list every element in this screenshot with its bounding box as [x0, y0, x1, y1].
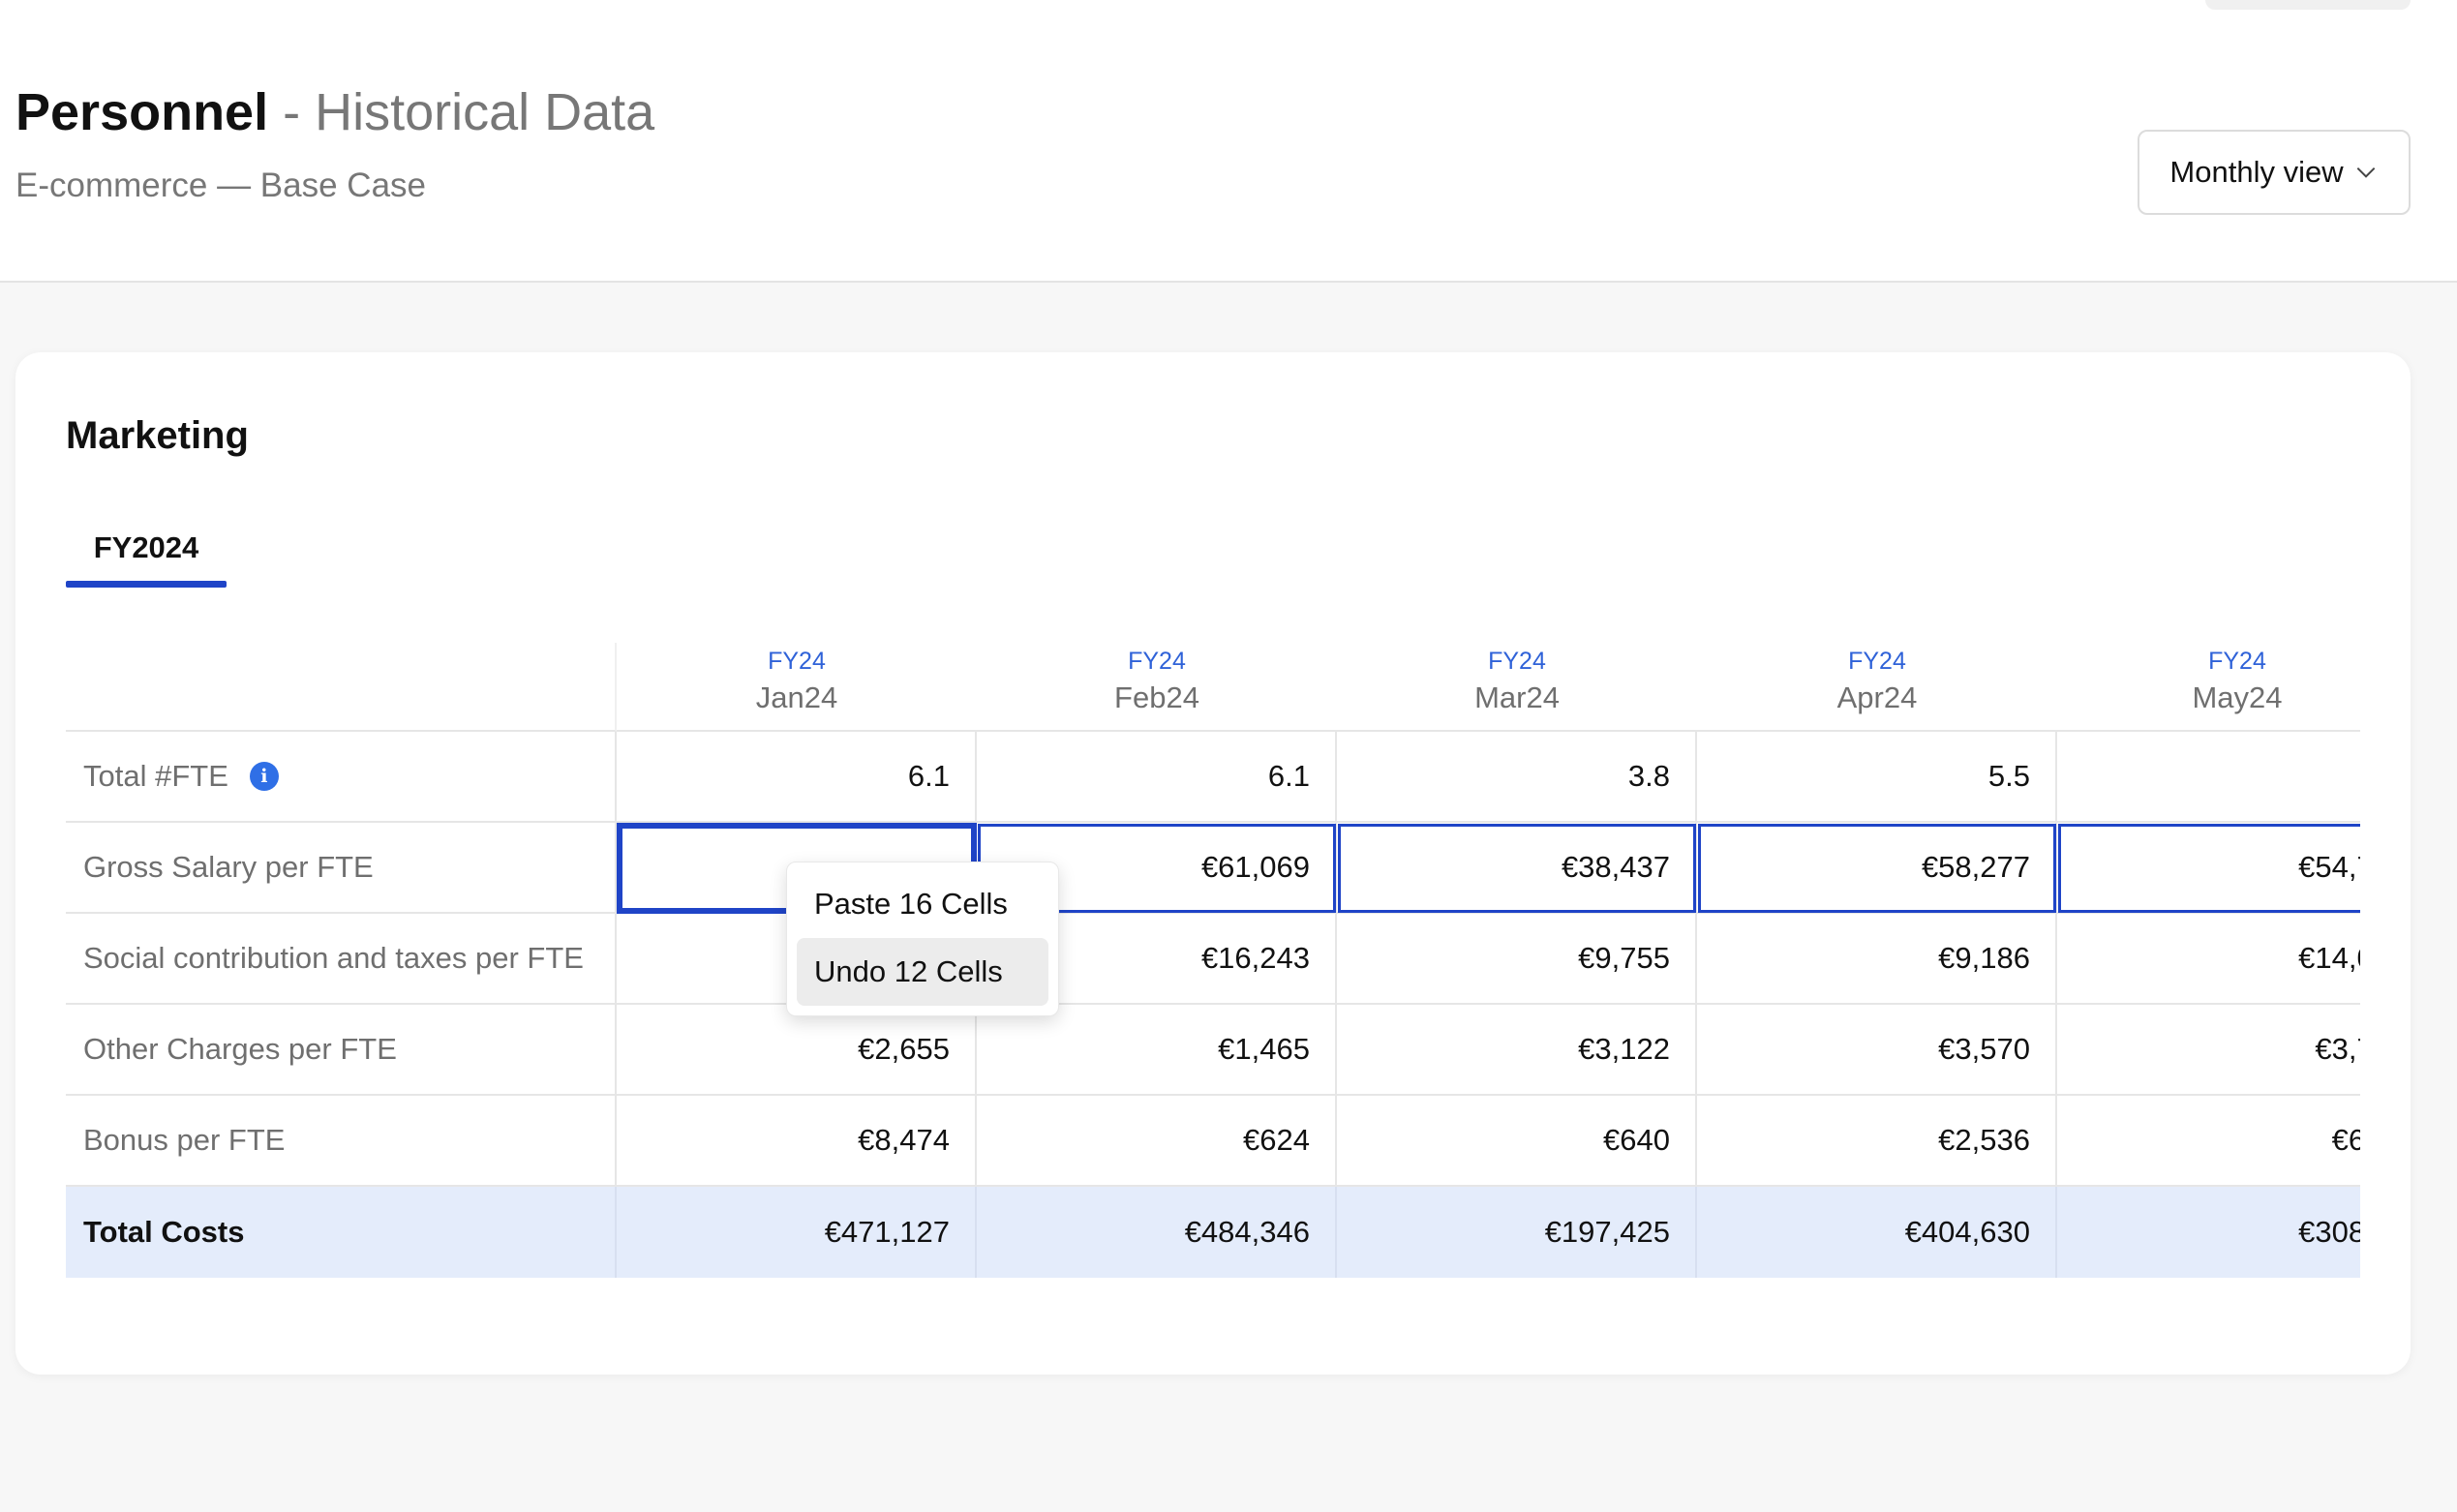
column-fy: FY24: [1848, 648, 1906, 675]
table-cell[interactable]: 6.1: [977, 732, 1337, 823]
table-corner: [66, 643, 617, 732]
tab-fy2024[interactable]: FY2024: [66, 530, 227, 577]
section-title: Marketing: [66, 414, 249, 457]
page-title: Personnel - Historical Data: [15, 83, 654, 141]
chevron-down-icon: [2356, 166, 2375, 178]
row-label-total-fte: Total #FTE i: [66, 732, 617, 823]
page-title-secondary: Historical Data: [315, 83, 655, 141]
tab-active-indicator: [66, 581, 227, 588]
table-cell[interactable]: €8,474: [617, 1096, 977, 1187]
column-header: FY24 Apr24: [1697, 643, 2057, 732]
row-label-other-charges: Other Charges per FTE: [66, 1005, 617, 1096]
view-select-dropdown[interactable]: Monthly view: [2138, 130, 2411, 215]
context-menu-undo[interactable]: Undo 12 Cells: [797, 938, 1048, 1006]
column-header: FY24 Mar24: [1337, 643, 1697, 732]
row-label-social-contribution: Social contribution and taxes per FTE: [66, 914, 617, 1005]
top-toolbar-pill[interactable]: [2205, 0, 2411, 10]
data-table: FY24 Jan24 FY24 Feb24 FY24 Mar24 FY24 Apr24 …: [66, 643, 2360, 1282]
table-cell[interactable]: €6,6: [2057, 1096, 2360, 1187]
table-cell[interactable]: 3: [2057, 732, 2360, 823]
table-cell[interactable]: €9,186: [1697, 914, 2057, 1005]
table-cell[interactable]: €3,78: [2057, 1005, 2360, 1096]
column-month: Feb24: [1114, 680, 1199, 714]
column-header: FY24 May24: [2057, 643, 2360, 732]
table-cell[interactable]: €640: [1337, 1096, 1697, 1187]
marketing-card: Marketing FY2024 FY24 Jan24 FY24 Feb24 FY2…: [15, 352, 2411, 1375]
row-label-text: Total #FTE: [83, 759, 228, 793]
table-cell[interactable]: 5.5: [1697, 732, 2057, 823]
column-fy: FY24: [1128, 648, 1186, 675]
column-fy: FY24: [768, 648, 826, 675]
info-icon[interactable]: i: [249, 762, 279, 791]
table-cell[interactable]: €2,536: [1697, 1096, 2057, 1187]
column-month: Apr24: [1836, 680, 1918, 714]
column-fy: FY24: [2208, 648, 2266, 675]
table-cell[interactable]: €3,122: [1337, 1005, 1697, 1096]
column-month: Mar24: [1474, 680, 1560, 714]
row-label-gross-salary: Gross Salary per FTE: [66, 823, 617, 914]
table-cell-selected[interactable]: €38,437: [1337, 823, 1697, 914]
page-title-separator: -: [268, 83, 316, 141]
context-menu: Paste 16 Cells Undo 12 Cells: [786, 862, 1059, 1016]
table-cell[interactable]: 3.8: [1337, 732, 1697, 823]
row-label-bonus: Bonus per FTE: [66, 1096, 617, 1187]
total-cell: €484,346: [977, 1187, 1337, 1278]
table-cell[interactable]: €624: [977, 1096, 1337, 1187]
page-subtitle: E-commerce — Base Case: [15, 166, 427, 204]
view-select-label: Monthly view: [2169, 155, 2344, 189]
table-cell[interactable]: €14,03: [2057, 914, 2360, 1005]
total-cell: €471,127: [617, 1187, 977, 1278]
table-cell[interactable]: €3,570: [1697, 1005, 2057, 1096]
column-header: FY24 Feb24: [977, 643, 1337, 732]
column-month: May24: [2192, 680, 2283, 714]
context-menu-paste[interactable]: Paste 16 Cells: [797, 870, 1048, 938]
column-month: Jan24: [755, 680, 838, 714]
column-header: FY24 Jan24: [617, 643, 977, 732]
column-fy: FY24: [1488, 648, 1546, 675]
data-grid: FY24 Jan24 FY24 Feb24 FY24 Mar24 FY24 Apr24 …: [66, 643, 2360, 1278]
page-header: Personnel - Historical Data E-commerce —…: [0, 0, 2457, 283]
table-cell[interactable]: 6.1: [617, 732, 977, 823]
page-title-main: Personnel: [15, 83, 269, 141]
total-cell: €197,425: [1337, 1187, 1697, 1278]
table-cell[interactable]: €9,755: [1337, 914, 1697, 1005]
table-cell-selected[interactable]: €54,72: [2057, 823, 2360, 914]
row-label-total-costs: Total Costs: [66, 1187, 617, 1278]
table-cell-selected[interactable]: €58,277: [1697, 823, 2057, 914]
table-cell[interactable]: €2,655: [617, 1005, 977, 1096]
total-cell: €404,630: [1697, 1187, 2057, 1278]
total-cell: €308,7: [2057, 1187, 2360, 1278]
table-cell[interactable]: €1,465: [977, 1005, 1337, 1096]
